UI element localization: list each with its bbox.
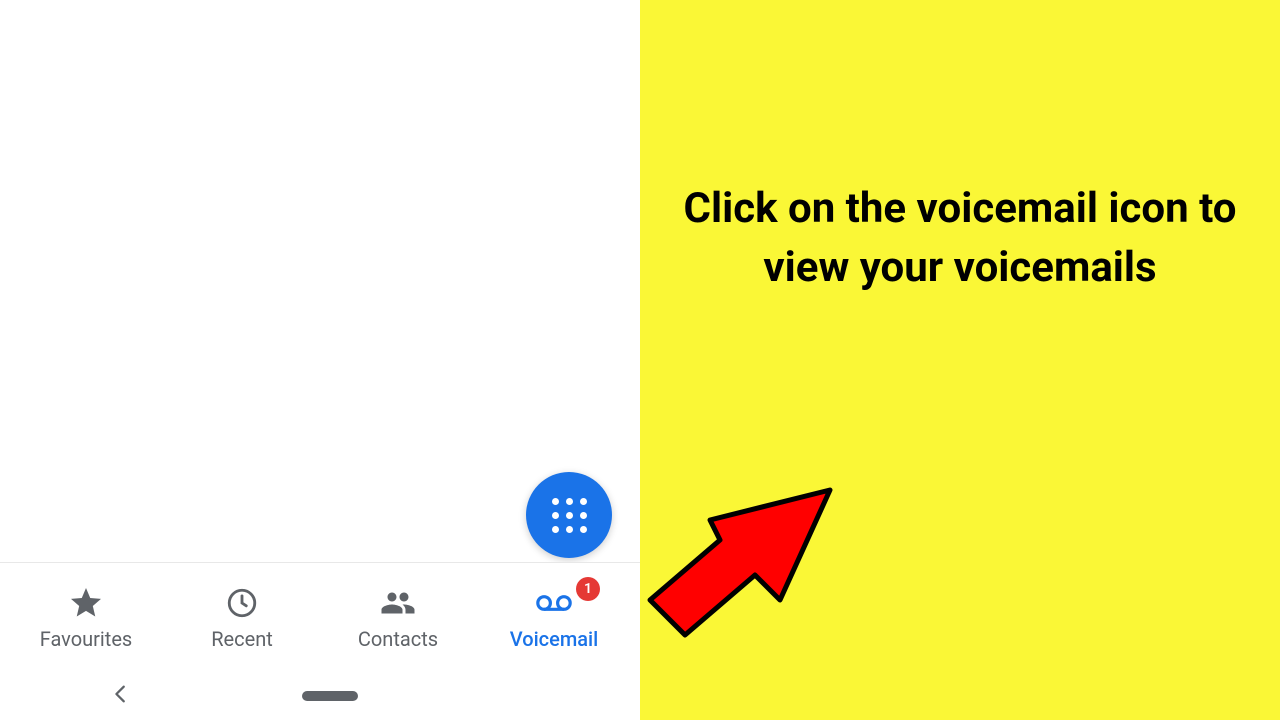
voicemail-badge: 1: [576, 577, 600, 601]
star-icon: [68, 585, 104, 621]
clock-icon: [224, 585, 260, 621]
instruction-text: Click on the voicemail icon to view your…: [640, 180, 1280, 298]
nav-voicemail[interactable]: 1 Voicemail: [476, 585, 632, 651]
nav-label-voicemail: Voicemail: [510, 627, 598, 651]
bottom-navigation: Favourites Recent Contacts: [0, 562, 640, 672]
nav-recent[interactable]: Recent: [164, 585, 320, 651]
people-icon: [380, 585, 416, 621]
nav-contacts[interactable]: Contacts: [320, 585, 476, 651]
phone-app-screen: Favourites Recent Contacts: [0, 0, 640, 720]
dialpad-icon: [552, 498, 587, 533]
back-button[interactable]: [110, 683, 132, 709]
home-indicator[interactable]: [302, 691, 358, 701]
system-navigation: [0, 672, 640, 720]
voicemail-icon: [536, 585, 572, 621]
arrow-annotation: [640, 440, 860, 644]
nav-favourites[interactable]: Favourites: [8, 585, 164, 651]
nav-label-recent: Recent: [211, 627, 273, 651]
nav-label-contacts: Contacts: [358, 627, 438, 651]
nav-label-favourites: Favourites: [40, 627, 133, 651]
dialpad-fab[interactable]: [526, 472, 612, 558]
